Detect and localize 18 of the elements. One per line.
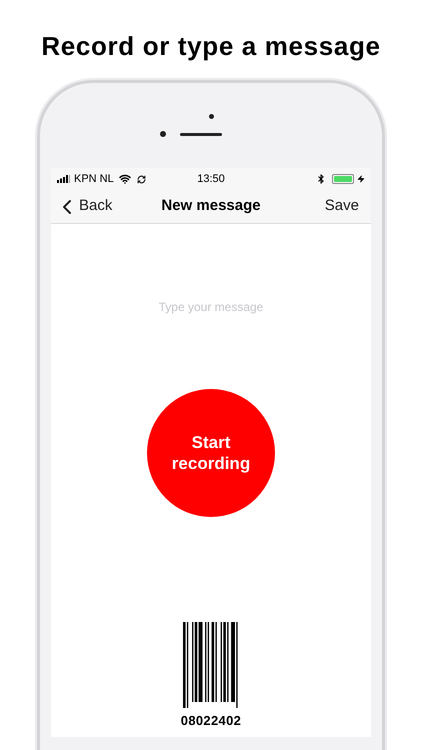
sensor-icon xyxy=(208,114,214,119)
barcode-number: 08022402 xyxy=(180,714,242,728)
wifi-icon xyxy=(118,173,131,185)
message-field[interactable]: Type your message xyxy=(101,298,321,316)
signal-icon xyxy=(57,175,71,183)
camera-icon xyxy=(160,131,166,137)
carrier-name: KPN NL xyxy=(74,172,114,187)
save-button[interactable]: Save xyxy=(277,195,367,218)
speaker-icon xyxy=(180,132,222,136)
bluetooth-icon xyxy=(316,174,326,184)
status-time: 13:50 xyxy=(196,172,226,187)
charging-icon xyxy=(357,175,365,183)
sync-icon xyxy=(136,174,146,184)
battery-icon xyxy=(332,174,354,184)
start-recording-button[interactable]: Start recording xyxy=(147,389,275,517)
headline: Record or type a message xyxy=(41,30,381,62)
back-button[interactable]: Back xyxy=(55,194,145,218)
screen-title: New message xyxy=(160,196,262,216)
